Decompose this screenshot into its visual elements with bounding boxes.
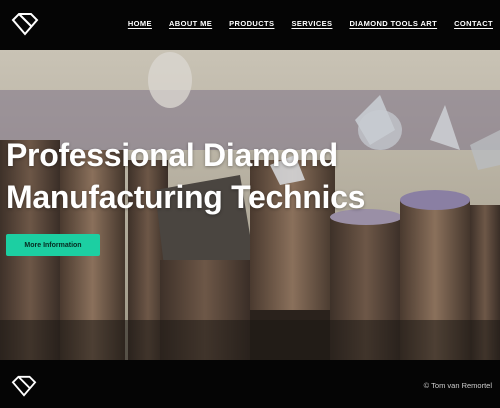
main-nav: HOME ABOUT ME PRODUCTS SERVICES DIAMOND … (111, 19, 493, 28)
footer: © Tom van Remortel (0, 360, 500, 408)
hero-section: Professional Diamond Manufacturing Techn… (0, 50, 500, 360)
copyright-text: © Tom van Remortel (423, 381, 492, 390)
top-bar: HOME ABOUT ME PRODUCTS SERVICES DIAMOND … (0, 0, 500, 50)
nav-services[interactable]: SERVICES (291, 19, 332, 28)
diamond-logo-icon[interactable] (10, 374, 38, 398)
more-information-button[interactable]: More Information (6, 234, 100, 256)
hero-title: Professional Diamond Manufacturing Techn… (6, 134, 406, 218)
diamond-logo-icon[interactable] (10, 11, 40, 37)
nav-contact[interactable]: CONTACT (454, 19, 493, 28)
hero-title-line-2: Manufacturing Technics (6, 179, 366, 215)
nav-products[interactable]: PRODUCTS (229, 19, 274, 28)
hero-title-line-1: Professional Diamond (6, 137, 338, 173)
nav-about-me[interactable]: ABOUT ME (169, 19, 212, 28)
nav-home[interactable]: HOME (128, 19, 152, 28)
nav-diamond-tools-art[interactable]: DIAMOND TOOLS ART (349, 19, 437, 28)
